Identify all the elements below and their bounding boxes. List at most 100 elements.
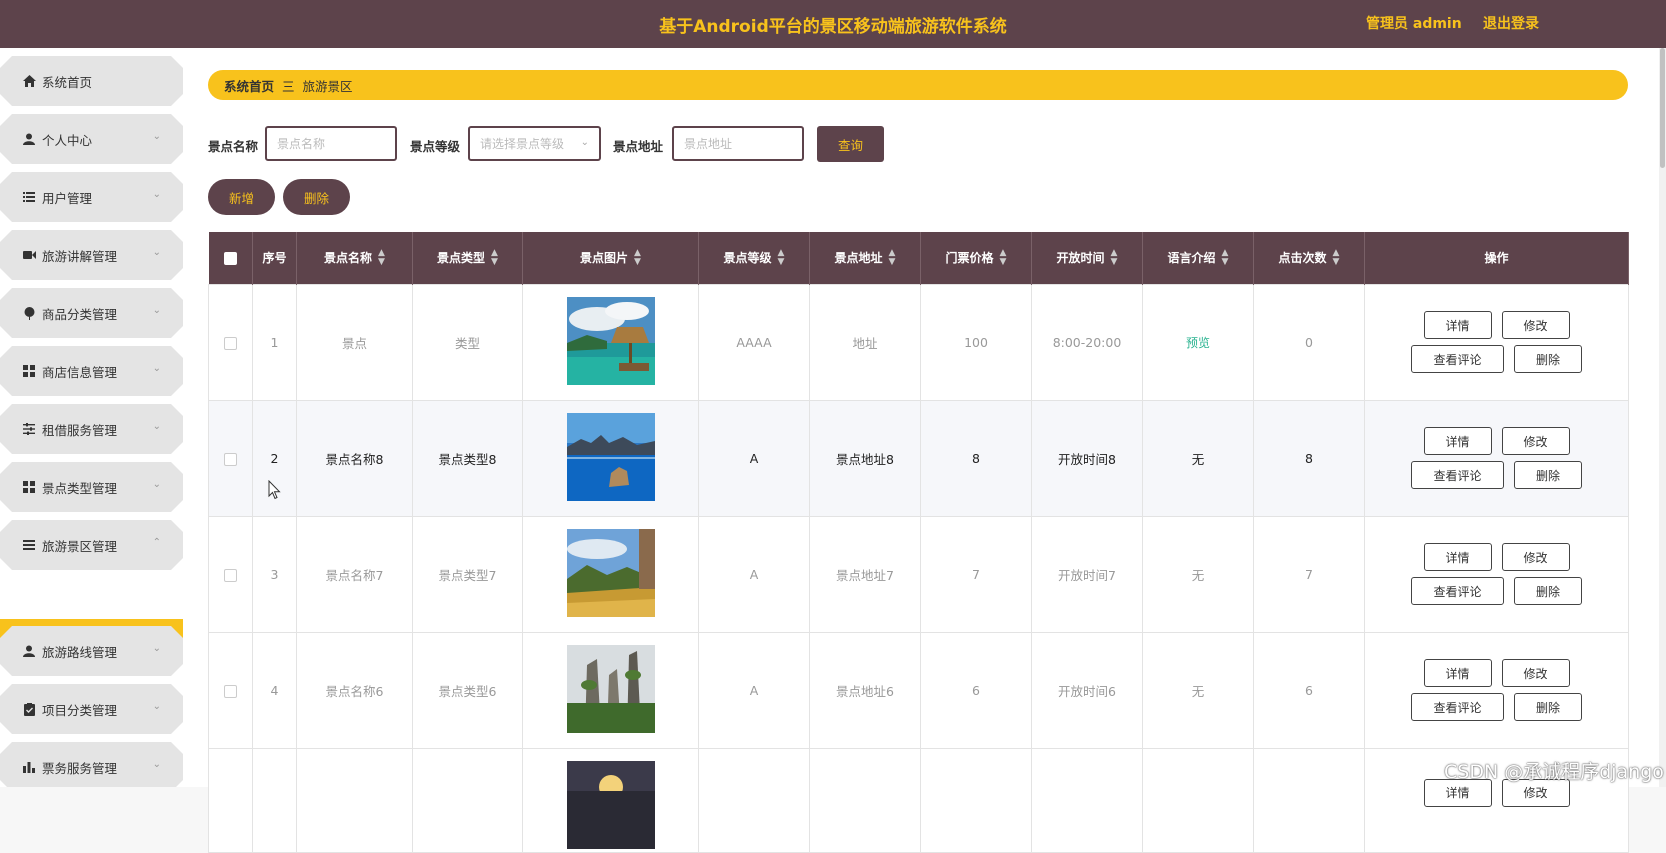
- sidebar-item-personal[interactable]: 个人中心 ⌄: [0, 114, 183, 164]
- spot-address-input[interactable]: [672, 126, 804, 161]
- scenic-thumbnail[interactable]: [566, 644, 655, 733]
- chevron-down-icon: ⌄: [152, 131, 161, 142]
- sidebar-item-label: 景点类型管理: [42, 480, 118, 496]
- cell-type: 景点类型7: [412, 515, 523, 633]
- cell-name: 景点名称7: [296, 515, 413, 633]
- logout-link[interactable]: 退出登录: [1483, 13, 1539, 33]
- view-comments-button[interactable]: 查看评论: [1411, 345, 1504, 373]
- column-header[interactable]: 景点等级 ▲ ▼: [698, 232, 810, 284]
- scenic-thumbnail[interactable]: [566, 412, 655, 501]
- sidebar-item-users[interactable]: 用户管理 ⌄: [0, 172, 183, 222]
- add-button[interactable]: 新增: [208, 179, 275, 215]
- view-comments-button[interactable]: 查看评论: [1411, 693, 1504, 721]
- sidebar-item-goods-category[interactable]: 商品分类管理 ⌄: [0, 288, 183, 338]
- sort-icon[interactable]: ▲ ▼: [1333, 249, 1340, 267]
- scenic-thumbnail[interactable]: [566, 528, 655, 617]
- delete-button[interactable]: 删除: [1514, 345, 1582, 373]
- scenic-thumbnail[interactable]: [566, 296, 655, 385]
- sidebar-item-scenic-area[interactable]: 旅游景区管理 ⌃: [0, 520, 183, 570]
- detail-button[interactable]: 详情: [1423, 543, 1492, 571]
- detail-button[interactable]: 详情: [1423, 659, 1492, 687]
- sidebar-item-rental-service[interactable]: 租借服务管理 ⌄: [0, 404, 183, 454]
- preview-link[interactable]: 预览: [1186, 336, 1210, 350]
- sidebar-item-label: 租借服务管理: [42, 422, 118, 438]
- sidebar-item-shop-info[interactable]: 商店信息管理 ⌄: [0, 346, 183, 396]
- select-all-cell[interactable]: [208, 232, 253, 284]
- sidebar-item-project-category[interactable]: 项目分类管理 ⌄: [0, 684, 183, 734]
- select-placeholder: 请选择景点等级: [480, 137, 565, 151]
- edit-button[interactable]: 修改: [1501, 543, 1570, 571]
- sidebar-item-ticket-service[interactable]: 票务服务管理 ⌄: [0, 742, 183, 787]
- cell-image: [522, 631, 699, 749]
- sliders-icon: [22, 422, 36, 436]
- sort-icon[interactable]: ▲ ▼: [778, 249, 785, 267]
- select-all-checkbox[interactable]: [223, 251, 237, 265]
- column-header[interactable]: 景点地址 ▲ ▼: [809, 232, 921, 284]
- cell-price: 100: [920, 283, 1032, 401]
- cell-address: 地址: [809, 283, 921, 401]
- cell-clicks: 0: [1253, 283, 1365, 401]
- sort-icon[interactable]: ▲ ▼: [1000, 249, 1007, 267]
- query-button[interactable]: 查询: [817, 126, 884, 162]
- row-checkbox[interactable]: [224, 336, 237, 350]
- sort-icon[interactable]: ▲ ▼: [378, 249, 385, 267]
- column-header[interactable]: 景点图片 ▲ ▼: [522, 232, 699, 284]
- clipboard-icon: [22, 702, 36, 716]
- scenic-thumbnail[interactable]: [566, 760, 655, 849]
- column-header[interactable]: 点击次数 ▲ ▼: [1253, 232, 1365, 284]
- edit-button[interactable]: 修改: [1501, 659, 1570, 687]
- page-scrollbar[interactable]: [1659, 48, 1666, 787]
- row-checkbox[interactable]: [224, 452, 237, 466]
- detail-button[interactable]: 详情: [1423, 311, 1492, 339]
- breadcrumb-home[interactable]: 系统首页: [224, 76, 274, 95]
- sort-icon[interactable]: ▲ ▼: [889, 249, 896, 267]
- cell-name: 景点: [296, 283, 413, 401]
- chevron-down-icon: ⌄: [152, 701, 161, 712]
- sidebar: 系统首页 个人中心 ⌄ 用户管理 ⌄ 旅游讲解管理 ⌄ 商品分类管理 ⌄ 商店信…: [0, 48, 183, 787]
- sidebar-item-tour-guide[interactable]: 旅游讲解管理 ⌄: [0, 230, 183, 280]
- sidebar-item-tour-route[interactable]: 旅游路线管理 ⌄: [0, 626, 183, 676]
- cell-lang: 预览: [1142, 283, 1254, 401]
- person-icon: [22, 644, 36, 658]
- chevron-down-icon: ⌄: [152, 189, 161, 200]
- spot-level-select[interactable]: 请选择景点等级 ⌄: [468, 126, 601, 161]
- mouse-cursor-icon: [268, 480, 281, 500]
- person-icon: [22, 132, 36, 146]
- filter-address-label: 景点地址: [613, 139, 664, 154]
- sort-icon[interactable]: ▲ ▼: [1222, 249, 1229, 267]
- sidebar-item-label: 系统首页: [42, 74, 93, 90]
- spot-name-input[interactable]: [265, 126, 397, 161]
- sort-icon[interactable]: ▲ ▼: [491, 249, 498, 267]
- view-comments-button[interactable]: 查看评论: [1411, 461, 1504, 489]
- scrollbar-thumb[interactable]: [1660, 48, 1665, 168]
- cell-price: 7: [920, 515, 1032, 633]
- cell-no: 3: [252, 515, 297, 633]
- delete-button[interactable]: 删除: [1514, 461, 1582, 489]
- sidebar-item-home[interactable]: 系统首页: [0, 56, 183, 106]
- column-header[interactable]: 开放时间 ▲ ▼: [1031, 232, 1143, 284]
- scenic-table: 序号 景点名称 ▲ ▼ 景点类型 ▲ ▼ 景点图片 ▲ ▼ 景点等级 ▲ ▼ 景点地址 ▲ ▼ 门票…: [208, 232, 1629, 853]
- column-header[interactable]: 景点类型 ▲ ▼: [412, 232, 523, 284]
- column-header[interactable]: 门票价格 ▲ ▼: [920, 232, 1032, 284]
- column-header[interactable]: 语言介绍 ▲ ▼: [1142, 232, 1254, 284]
- chevron-down-icon: ⌄: [580, 137, 589, 148]
- edit-button[interactable]: 修改: [1501, 427, 1570, 455]
- batch-delete-button[interactable]: 删除: [283, 179, 350, 215]
- sidebar-item-spot-type[interactable]: 景点类型管理 ⌄: [0, 462, 183, 512]
- delete-button[interactable]: 删除: [1514, 577, 1582, 605]
- sort-icon[interactable]: ▲ ▼: [634, 249, 641, 267]
- cell-lang: 无: [1142, 399, 1254, 517]
- edit-button[interactable]: 修改: [1501, 311, 1570, 339]
- sidebar-item-label: 项目分类管理: [42, 702, 118, 718]
- breadcrumb-separator: 三: [282, 78, 295, 94]
- view-comments-button[interactable]: 查看评论: [1411, 577, 1504, 605]
- delete-button[interactable]: 删除: [1514, 693, 1582, 721]
- row-checkbox[interactable]: [224, 684, 237, 698]
- column-header[interactable]: 景点名称 ▲ ▼: [296, 232, 413, 284]
- sidebar-item-label: 旅游景区管理: [42, 538, 118, 554]
- detail-button[interactable]: 详情: [1423, 427, 1492, 455]
- sort-icon[interactable]: ▲ ▼: [1111, 249, 1118, 267]
- home-icon: [22, 74, 36, 88]
- row-checkbox[interactable]: [224, 568, 237, 582]
- breadcrumb-current: 旅游景区: [302, 78, 353, 94]
